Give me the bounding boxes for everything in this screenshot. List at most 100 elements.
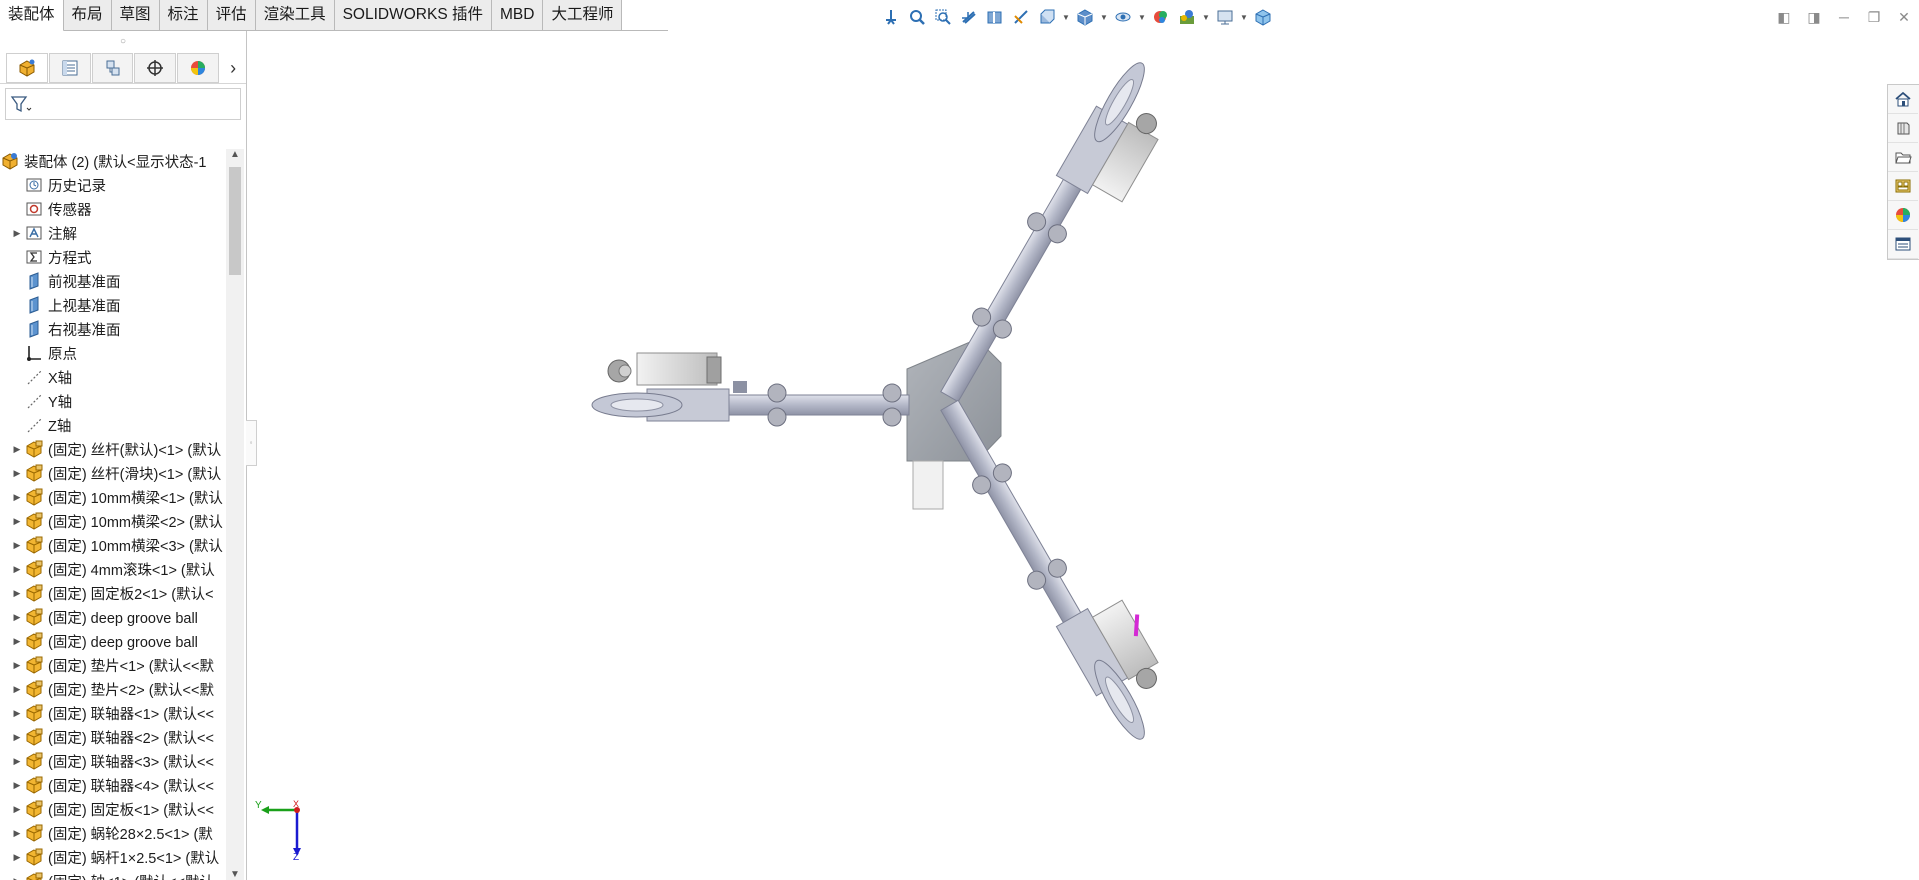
- chevron-down-icon[interactable]: ▼: [1200, 13, 1212, 22]
- expand-arrow-icon[interactable]: ▶: [10, 732, 24, 743]
- restore-button[interactable]: ❐: [1859, 4, 1889, 30]
- tab-0[interactable]: 装配体: [0, 0, 64, 32]
- expand-arrow-icon[interactable]: ▶: [10, 876, 24, 880]
- tree-item-component[interactable]: ▶ (固定) 垫片<1> (默认<<默: [0, 653, 226, 677]
- tree-filter[interactable]: [5, 88, 241, 120]
- tree-item-component[interactable]: ▶ (固定) 联轴器<4> (默认<<: [0, 773, 226, 797]
- tree-item-component[interactable]: ▶ (固定) 丝杆(滑块)<1> (默认: [0, 461, 226, 485]
- tree-root[interactable]: 装配体 (2) (默认<显示状态-1: [0, 149, 226, 173]
- expand-arrow-icon[interactable]: ▶: [10, 756, 24, 767]
- display-style-icon[interactable]: [1072, 4, 1098, 30]
- home-icon[interactable]: [1888, 85, 1918, 114]
- apply-scene-icon[interactable]: [1174, 4, 1200, 30]
- dynamic-annotation-icon[interactable]: [1008, 4, 1034, 30]
- tree-item[interactable]: 历史记录: [0, 173, 226, 197]
- view-settings-icon[interactable]: [1212, 4, 1238, 30]
- view-palette-icon[interactable]: [1888, 172, 1918, 201]
- tab-3[interactable]: 标注: [159, 0, 208, 30]
- arm-upper[interactable]: [931, 53, 1187, 423]
- chevron-down-icon[interactable]: ▼: [1060, 13, 1072, 22]
- scrollbar-thumb[interactable]: [229, 167, 241, 275]
- tree-item-component[interactable]: ▶ (固定) 10mm横梁<2> (默认: [0, 509, 226, 533]
- tree-item-component[interactable]: ▶ (固定) 垫片<2> (默认<<默: [0, 677, 226, 701]
- appearances-icon[interactable]: [1888, 201, 1918, 230]
- tree-item[interactable]: Y轴: [0, 389, 226, 413]
- expand-arrow-icon[interactable]: ▶: [10, 852, 24, 863]
- tree-item-component[interactable]: ▶ (固定) 蜗杆1×2.5<1> (默认: [0, 845, 226, 869]
- section-view-icon[interactable]: [982, 4, 1008, 30]
- expand-arrow-icon[interactable]: ▶: [10, 780, 24, 791]
- tree-item-component[interactable]: ▶ (固定) 固定板2<1> (默认<: [0, 581, 226, 605]
- tab-1[interactable]: 布局: [63, 0, 112, 30]
- edit-appearance-icon[interactable]: [1148, 4, 1174, 30]
- expand-arrow-icon[interactable]: ▶: [10, 492, 24, 503]
- panel-grip-icon[interactable]: ○: [0, 31, 246, 53]
- tree-item-component[interactable]: ▶ (固定) 联轴器<1> (默认<<: [0, 701, 226, 725]
- tree-item-component[interactable]: ▶ (固定) deep groove ball: [0, 629, 226, 653]
- expand-arrow-icon[interactable]: ▶: [10, 612, 24, 623]
- tab-5[interactable]: 渲染工具: [255, 0, 335, 30]
- tree-item-component[interactable]: ▶ (固定) 丝杆(默认)<1> (默认: [0, 437, 226, 461]
- tree-item[interactable]: 前视基准面: [0, 269, 226, 293]
- tree-item[interactable]: X轴: [0, 365, 226, 389]
- expand-arrow-icon[interactable]: ▶: [10, 636, 24, 647]
- minimize-button[interactable]: ─: [1829, 4, 1859, 30]
- expand-arrow-icon[interactable]: ▶: [10, 516, 24, 527]
- tree-item[interactable]: ▶ 注解: [0, 221, 226, 245]
- view-orientation-box-icon[interactable]: [1034, 4, 1060, 30]
- expand-arrow-icon[interactable]: ▶: [10, 540, 24, 551]
- expand-arrow-icon[interactable]: ▶: [10, 468, 24, 479]
- tree-item-component[interactable]: ▶ (固定) 联轴器<2> (默认<<: [0, 725, 226, 749]
- expand-arrow-icon[interactable]: ▶: [10, 444, 24, 455]
- tree-item[interactable]: Z轴: [0, 413, 226, 437]
- tree-item-component[interactable]: ▶ (固定) 固定板<1> (默认<<: [0, 797, 226, 821]
- chevron-down-icon[interactable]: ▼: [1098, 13, 1110, 22]
- tab-4[interactable]: 评估: [207, 0, 256, 30]
- chevron-down-icon[interactable]: ▼: [1238, 13, 1250, 22]
- expand-arrow-icon[interactable]: ▶: [10, 684, 24, 695]
- tile-right-icon[interactable]: ◨: [1799, 4, 1829, 30]
- custom-properties-icon[interactable]: [1888, 230, 1918, 259]
- tree-item-component[interactable]: ▶ (固定) deep groove ball: [0, 605, 226, 629]
- tree-item-component[interactable]: ▶ (固定) 蜗轮28×2.5<1> (默: [0, 821, 226, 845]
- file-explorer-icon[interactable]: [1888, 143, 1918, 172]
- expand-arrow-icon[interactable]: ▶: [10, 708, 24, 719]
- feature-manager-tab[interactable]: [6, 53, 48, 83]
- chevron-right-icon[interactable]: ›: [220, 58, 246, 79]
- tree-item[interactable]: 方程式: [0, 245, 226, 269]
- chevron-down-icon[interactable]: ▼: [1136, 13, 1148, 22]
- tree-item[interactable]: 上视基准面: [0, 293, 226, 317]
- tab-8[interactable]: 大工程师: [543, 0, 623, 30]
- configuration-manager-tab[interactable]: [91, 53, 134, 83]
- 3d-view-icon[interactable]: [1250, 4, 1276, 30]
- tree-item[interactable]: 原点: [0, 341, 226, 365]
- expand-arrow-icon[interactable]: ▶: [10, 588, 24, 599]
- expand-arrow-icon[interactable]: ▶: [10, 804, 24, 815]
- scroll-down-icon[interactable]: ▼: [226, 869, 244, 880]
- tree-item-component[interactable]: ▶ (固定) 4mm滚珠<1> (默认: [0, 557, 226, 581]
- graphics-area[interactable]: [247, 31, 1887, 880]
- tree-item-component[interactable]: ▶ (固定) 轴<1> (默认<<默认: [0, 869, 226, 880]
- arm-lower[interactable]: [931, 376, 1192, 749]
- property-manager-tab[interactable]: [48, 53, 91, 83]
- expand-arrow-icon[interactable]: ▶: [10, 660, 24, 671]
- dimxpert-manager-tab[interactable]: [134, 53, 177, 83]
- tab-7[interactable]: MBD: [491, 0, 544, 30]
- tree-item-component[interactable]: ▶ (固定) 10mm横梁<3> (默认: [0, 533, 226, 557]
- tree-item-component[interactable]: ▶ (固定) 10mm横梁<1> (默认: [0, 485, 226, 509]
- tab-2[interactable]: 草图: [111, 0, 160, 30]
- scroll-up-icon[interactable]: ▲: [226, 149, 244, 165]
- expand-arrow-icon[interactable]: ▶: [10, 228, 24, 239]
- tree-vertical-scrollbar[interactable]: ▲ ▼: [226, 149, 244, 880]
- expand-arrow-icon[interactable]: ▶: [10, 564, 24, 575]
- tree-item-component[interactable]: ▶ (固定) 联轴器<3> (默认<<: [0, 749, 226, 773]
- zoom-to-area-icon[interactable]: [930, 4, 956, 30]
- filter-icon[interactable]: [10, 94, 32, 114]
- design-library-icon[interactable]: [1888, 114, 1918, 143]
- expand-arrow-icon[interactable]: ▶: [10, 828, 24, 839]
- tree-item[interactable]: 传感器: [0, 197, 226, 221]
- close-button[interactable]: ✕: [1889, 4, 1919, 30]
- hide-show-items-icon[interactable]: [1110, 4, 1136, 30]
- tile-left-icon[interactable]: ◧: [1769, 4, 1799, 30]
- tab-6[interactable]: SOLIDWORKS 插件: [334, 0, 492, 30]
